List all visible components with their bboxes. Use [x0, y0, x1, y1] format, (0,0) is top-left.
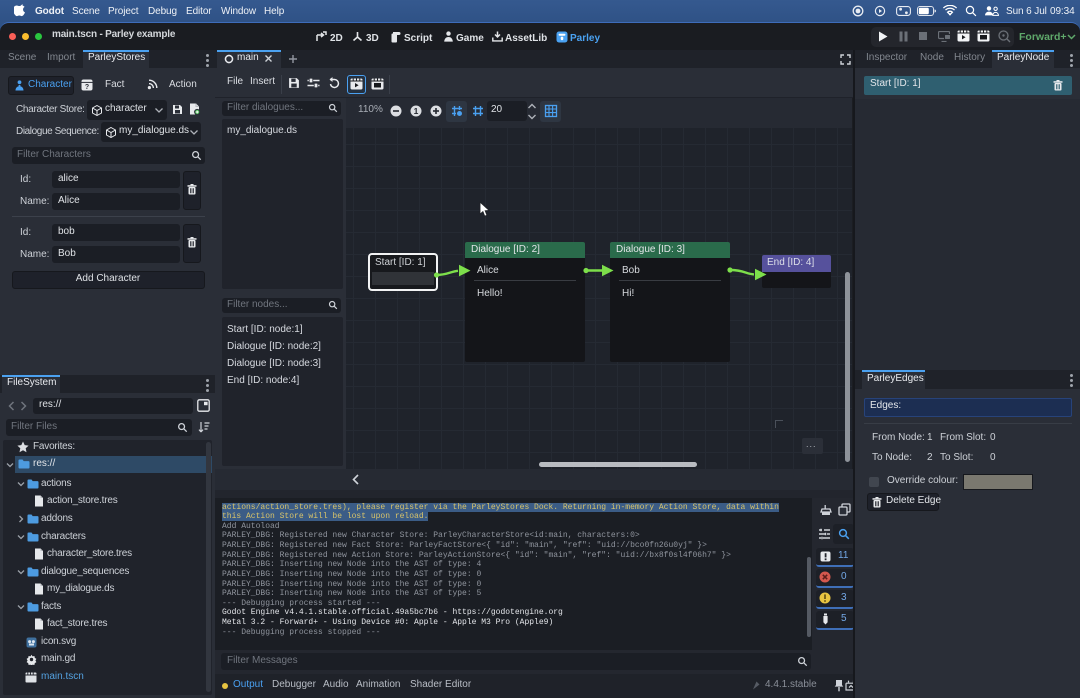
svg-text:?: ? — [85, 84, 89, 91]
